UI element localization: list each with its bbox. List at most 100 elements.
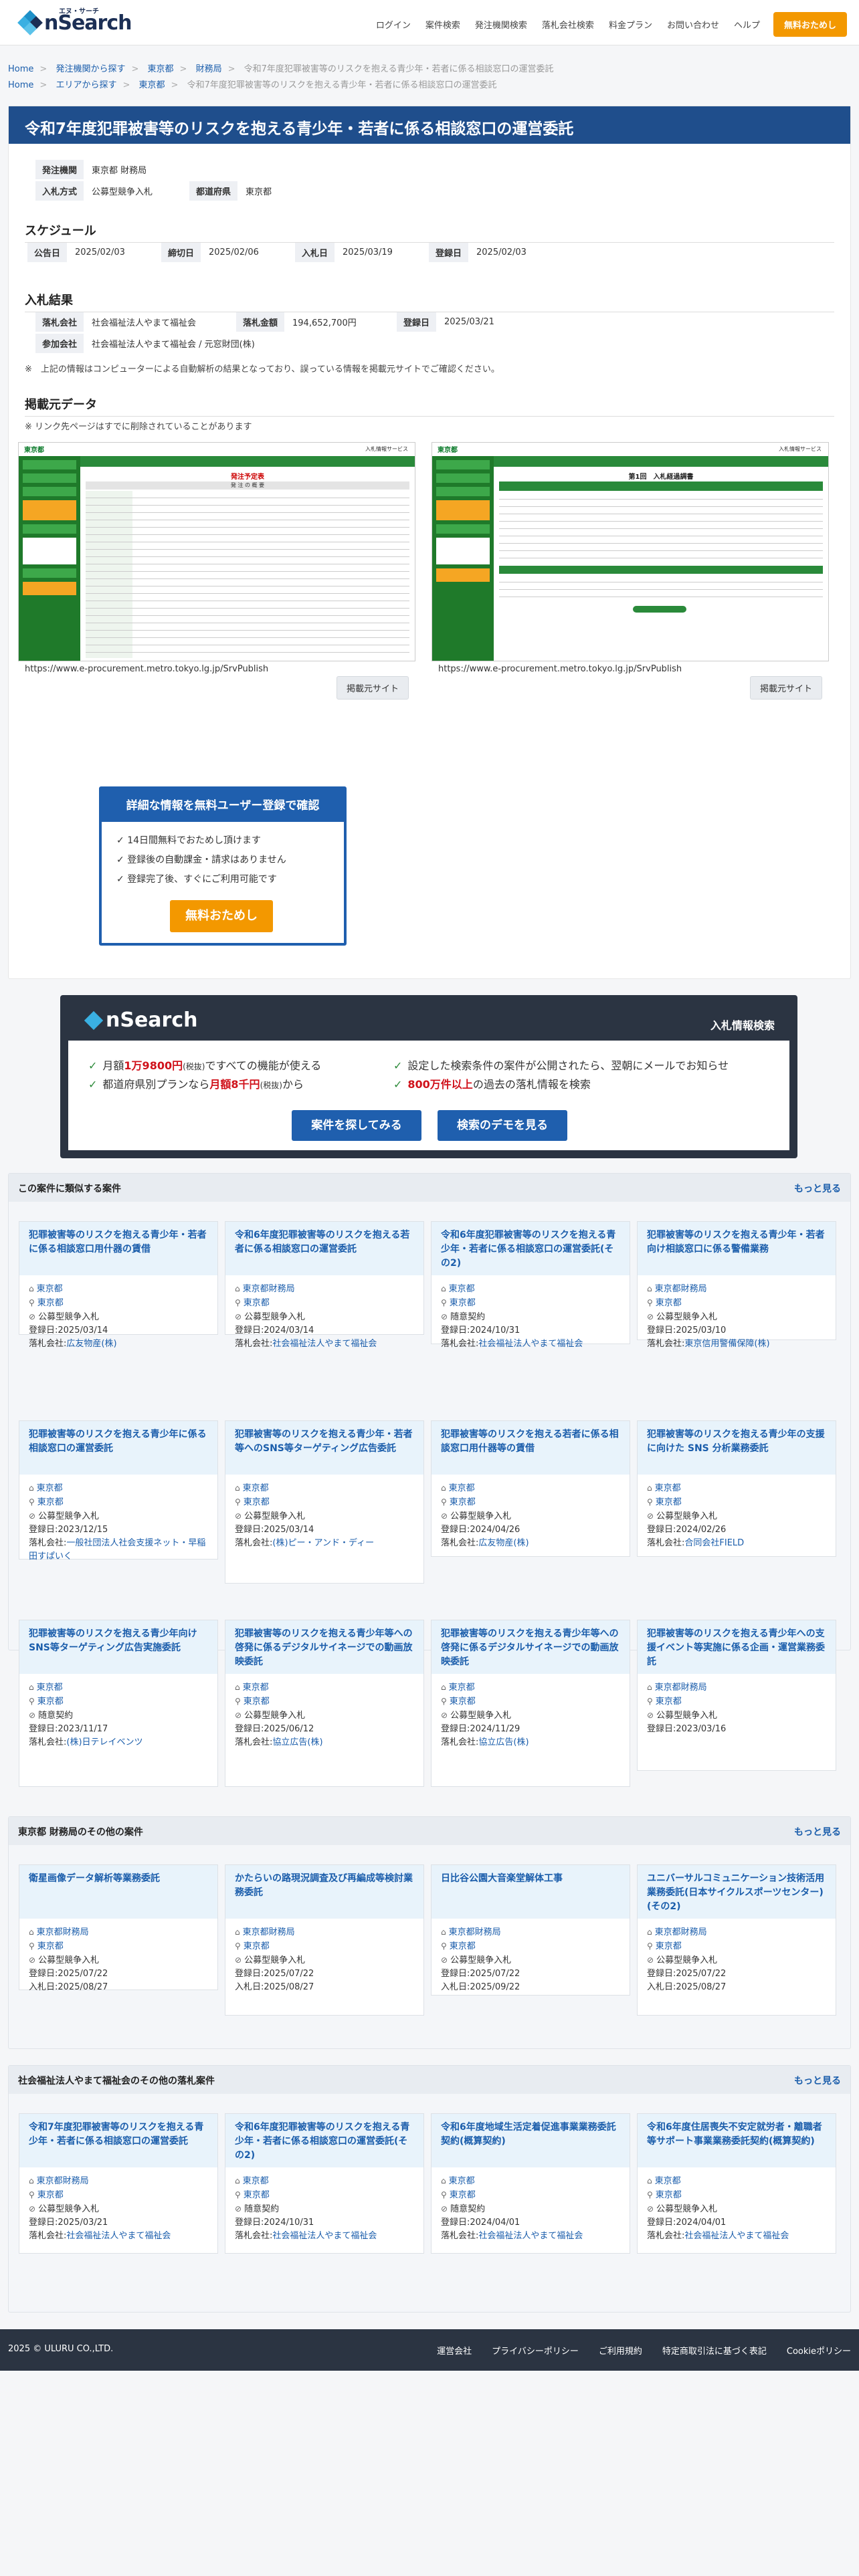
card-link[interactable]: 東京都 — [37, 1298, 64, 1308]
card-link[interactable]: 東京都 — [243, 2176, 269, 2186]
card-link[interactable]: 東京都 — [244, 1298, 270, 1308]
project-card[interactable]: 犯罪被害等のリスクを抱える青少年向けSNS等ターゲティング広告実施委託 ⌂ 東京都 ⚲… — [19, 1620, 218, 1787]
project-card[interactable]: 犯罪被害等のリスクを抱える青少年への支援イベント等実施に係る企画・運営業務委託 ⌂… — [637, 1620, 836, 1771]
project-card[interactable]: 犯罪被害等のリスクを抱える青少年等への啓発に係るデジタルサイネージでの動画放映委… — [431, 1620, 630, 1787]
card-link[interactable]: 東京都 — [450, 1941, 476, 1951]
footer-link-company[interactable]: 運営会社 — [437, 2344, 472, 2357]
card-link[interactable]: 東京都財務局 — [655, 1284, 707, 1294]
card-winner-link[interactable]: 協立広告(株) — [478, 1737, 529, 1747]
card-title[interactable]: 日比谷公園大音楽堂解体工事 — [432, 1865, 630, 1919]
card-link[interactable]: 東京都 — [450, 1497, 476, 1507]
card-title[interactable]: 衛星画像データ解析等業務委託 — [19, 1865, 217, 1919]
project-card[interactable]: 日比谷公園大音楽堂解体工事 ⌂ 東京都財務局 ⚲ 東京都 ⊘ 公募型競争入札 登録日:2025… — [431, 1864, 630, 1996]
card-winner-link[interactable]: 社会福祉法人やまて福祉会 — [478, 1339, 583, 1349]
project-card[interactable]: 令和6年度住居喪失不安定就労者・離職者等サポート事業業務委託契約(概算契約) ⌂ 東… — [637, 2113, 836, 2254]
card-link[interactable]: 東京都 — [37, 1497, 64, 1507]
footer-link-tokushoho[interactable]: 特定商取引法に基づく表記 — [662, 2344, 767, 2357]
breadcrumb-zaimukyoku[interactable]: 財務局 — [196, 64, 222, 74]
card-link[interactable]: 東京都 — [656, 2190, 682, 2200]
project-card[interactable]: 令和6年度犯罪被害等のリスクを抱える青少年・若者に係る相談窓口の運営委託(その2… — [225, 2113, 424, 2254]
source-site-button-left[interactable]: 掲載元サイト — [337, 676, 409, 700]
card-link[interactable]: 東京都 — [656, 1941, 682, 1951]
card-link[interactable]: 東京都 — [244, 1941, 270, 1951]
project-card[interactable]: かたらいの路現況調査及び再編成等検討業務委託 ⌂ 東京都財務局 ⚲ 東京都 ⊘ 公募型競争入… — [225, 1864, 424, 2016]
card-link[interactable]: 東京都財務局 — [37, 1927, 89, 1937]
winner-link[interactable]: 社会福祉法人やまて福祉会 — [92, 316, 196, 328]
card-link[interactable]: 東京都 — [37, 1683, 63, 1693]
project-card[interactable]: 令和6年度地域生活定着促進事業業務委託契約(概算契約) ⌂ 東京都 ⚲ 東京都 ⊘ 随意契約… — [431, 2113, 630, 2254]
card-link[interactable]: 東京都 — [450, 1298, 476, 1308]
nav-agency-search[interactable]: 発注機関検索 — [475, 18, 527, 31]
card-winner-link[interactable]: 広友物産(株) — [478, 1538, 529, 1548]
project-card[interactable]: 犯罪被害等のリスクを抱える青少年の支援に向けた SNS 分析業務委託 ⌂ 東京都 ⚲ 東… — [637, 1420, 836, 1557]
card-title[interactable]: 犯罪被害等のリスクを抱える若者に係る相談窓口用什器等の賃借 — [432, 1421, 630, 1475]
breadcrumb-agency-search[interactable]: 発注機関から探す — [56, 64, 125, 74]
card-link[interactable]: 東京都財務局 — [243, 1927, 295, 1937]
card-title[interactable]: かたらいの路現況調査及び再編成等検討業務委託 — [225, 1865, 423, 1919]
card-link[interactable]: 東京都財務局 — [655, 1927, 707, 1937]
card-link[interactable]: 東京都 — [449, 1483, 475, 1493]
card-link[interactable]: 東京都 — [656, 1497, 682, 1507]
card-winner-link[interactable]: 社会福祉法人やまて福祉会 — [272, 2231, 377, 2241]
card-winner-link[interactable]: 協立広告(株) — [272, 1737, 322, 1747]
source-thumbnail-left[interactable]: 東京都 入札情報サービス 発注予定表 発 注 の 概 要 — [18, 442, 415, 661]
search-demo-button[interactable]: 検索のデモを見る — [438, 1110, 567, 1141]
breadcrumb-home[interactable]: Home — [8, 64, 33, 74]
card-title[interactable]: 令和6年度犯罪被害等のリスクを抱える青少年・若者に係る相談窓口の運営委託(その2… — [225, 2114, 423, 2167]
card-title[interactable]: 犯罪被害等のリスクを抱える青少年に係る相談窓口の運営委託 — [19, 1421, 217, 1475]
nav-login[interactable]: ログイン — [376, 18, 411, 31]
card-title[interactable]: 犯罪被害等のリスクを抱える青少年等への啓発に係るデジタルサイネージでの動画放映委… — [432, 1620, 630, 1674]
source-thumbnail-right[interactable]: 東京都 入札情報サービス 第1回 入札経過調書 — [432, 442, 829, 661]
card-title[interactable]: 犯罪被害等のリスクを抱える青少年等への啓発に係るデジタルサイネージでの動画放映委… — [225, 1620, 423, 1674]
card-link[interactable]: 東京都 — [37, 1941, 64, 1951]
card-link[interactable]: 東京都財務局 — [449, 1927, 501, 1937]
card-title[interactable]: 令和6年度地域生活定着促進事業業務委託契約(概算契約) — [432, 2114, 630, 2167]
free-trial-button[interactable]: 無料おためし — [773, 12, 847, 37]
card-link[interactable]: 東京都 — [37, 1284, 63, 1294]
card-link[interactable]: 東京都 — [449, 2176, 475, 2186]
breadcrumb-area-search[interactable]: エリアから探す — [56, 80, 116, 90]
card-winner-link[interactable]: 社会福祉法人やまて福祉会 — [478, 2231, 583, 2241]
footer-link-cookie[interactable]: Cookieポリシー — [787, 2344, 851, 2357]
more-link[interactable]: もっと見る — [794, 1825, 841, 1838]
project-card[interactable]: 令和7年度犯罪被害等のリスクを抱える青少年・若者に係る相談窓口の運営委託 ⌂ 東京都… — [19, 2113, 218, 2254]
card-link[interactable]: 東京都 — [244, 1697, 270, 1707]
card-title[interactable]: 犯罪被害等のリスクを抱える青少年への支援イベント等実施に係る企画・運営業務委託 — [638, 1620, 836, 1674]
project-card[interactable]: 令和6年度犯罪被害等のリスクを抱える青少年・若者に係る相談窓口の運営委託(その2… — [431, 1221, 630, 1349]
card-title[interactable]: 犯罪被害等のリスクを抱える青少年・若者等へのSNS等ターゲティング広告委託 — [225, 1421, 423, 1475]
footer-link-privacy[interactable]: プライバシーポリシー — [492, 2344, 579, 2357]
agency-link[interactable]: 東京都 財務局 — [92, 163, 147, 176]
card-link[interactable]: 東京都 — [37, 1483, 63, 1493]
card-title[interactable]: 令和6年度住居喪失不安定就労者・離職者等サポート事業業務委託契約(概算契約) — [638, 2114, 836, 2167]
card-winner-link[interactable]: (株)日テレイベンツ — [66, 1737, 142, 1747]
card-link[interactable]: 東京都 — [449, 1284, 475, 1294]
card-link[interactable]: 東京都財務局 — [37, 2176, 89, 2186]
breadcrumb-home[interactable]: Home — [8, 80, 33, 90]
card-link[interactable]: 東京都 — [243, 1483, 269, 1493]
project-card[interactable]: 令和6年度犯罪被害等のリスクを抱える若者に係る相談窓口の運営委託 ⌂ 東京都財務局 ⚲… — [225, 1221, 424, 1349]
project-card[interactable]: 犯罪被害等のリスクを抱える青少年に係る相談窓口の運営委託 ⌂ 東京都 ⚲ 東京都 ⊘ 公募型… — [19, 1420, 218, 1562]
card-title[interactable]: 犯罪被害等のリスクを抱える青少年の支援に向けた SNS 分析業務委託 — [638, 1421, 836, 1475]
card-winner-link[interactable]: 東京信用警備保障(株) — [684, 1339, 769, 1349]
card-title[interactable]: 令和6年度犯罪被害等のリスクを抱える若者に係る相談窓口の運営委託 — [225, 1222, 423, 1275]
card-link[interactable]: 東京都 — [655, 2176, 681, 2186]
card-winner-link[interactable]: 社会福祉法人やまて福祉会 — [684, 2231, 789, 2241]
nav-project-search[interactable]: 案件検索 — [425, 18, 460, 31]
project-card[interactable]: ユニバーサルコミュニケーション技術活用業務委託(日本サイクルスポーツセンター)(… — [637, 1864, 836, 2016]
card-link[interactable]: 東京都 — [37, 1697, 64, 1707]
card-link[interactable]: 東京都 — [244, 1497, 270, 1507]
card-title[interactable]: ユニバーサルコミュニケーション技術活用業務委託(日本サイクルスポーツセンター)(… — [638, 1865, 836, 1919]
project-card[interactable]: 犯罪被害等のリスクを抱える青少年・若者等へのSNS等ターゲティング広告委託 ⌂ 東京… — [225, 1420, 424, 1584]
card-link[interactable]: 東京都 — [656, 1697, 682, 1707]
card-title[interactable]: 令和6年度犯罪被害等のリスクを抱える青少年・若者に係る相談窓口の運営委託(その2… — [432, 1222, 630, 1275]
card-winner-link[interactable]: 社会福祉法人やまて福祉会 — [272, 1339, 377, 1349]
project-card[interactable]: 犯罪被害等のリスクを抱える青少年・若者に係る相談窓口用什器の賃借 ⌂ 東京都 ⚲ 東京都… — [19, 1221, 218, 1349]
card-link[interactable]: 東京都 — [37, 2190, 64, 2200]
nav-help[interactable]: ヘルプ — [734, 18, 760, 31]
card-link[interactable]: 東京都 — [450, 2190, 476, 2200]
card-link[interactable]: 東京都 — [244, 2190, 270, 2200]
nav-pricing[interactable]: 料金プラン — [609, 18, 652, 31]
project-card[interactable]: 犯罪被害等のリスクを抱える青少年・若者向け相談窓口に係る警備業務 ⌂ 東京都財務局 ⚲… — [637, 1221, 836, 1349]
card-title[interactable]: 犯罪被害等のリスクを抱える青少年向けSNS等ターゲティング広告実施委託 — [19, 1620, 217, 1674]
card-title[interactable]: 犯罪被害等のリスクを抱える青少年・若者向け相談窓口に係る警備業務 — [638, 1222, 836, 1275]
